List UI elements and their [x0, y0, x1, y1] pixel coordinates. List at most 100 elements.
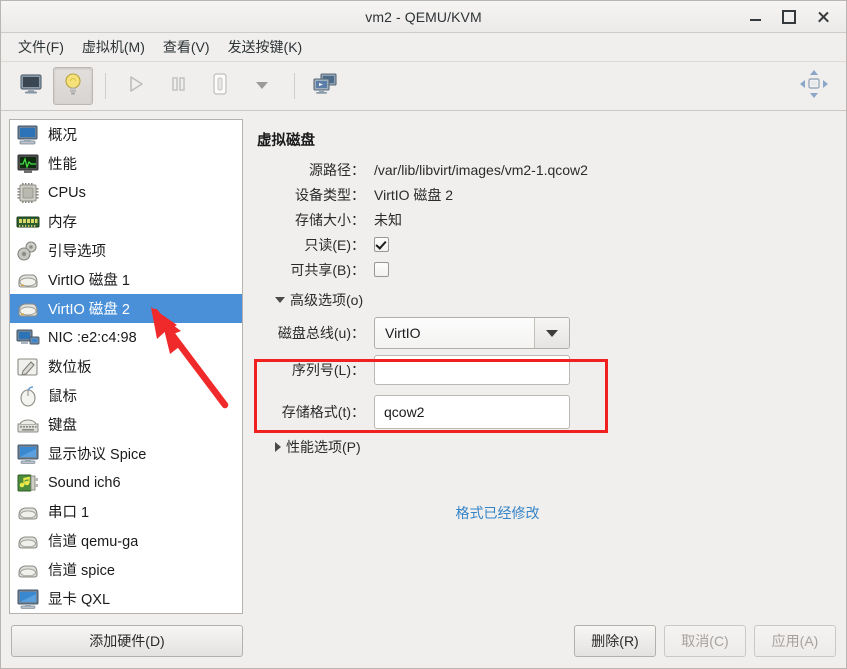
minimize-icon	[749, 19, 761, 21]
source-path-value: /var/lib/libvirt/images/vm2-1.qcow2	[374, 161, 588, 178]
window-title: vm2 - QEMU/KVM	[365, 8, 482, 25]
sidebar-item-label: 概况	[48, 128, 77, 144]
disk-bus-value: VirtIO	[385, 325, 421, 341]
sidebar-item-8[interactable]: 数位板	[10, 352, 242, 381]
readonly-checkbox[interactable]	[374, 237, 389, 252]
field-device-type: 设备类型： VirtIO 磁盘 2	[257, 184, 828, 205]
field-readonly: 只读(E)：	[257, 234, 828, 255]
sidebar-item-3[interactable]: 内存	[10, 207, 242, 236]
storage-size-label: 存储大小：	[295, 211, 365, 228]
tablet-icon	[16, 356, 40, 378]
sidebar-item-11[interactable]: 显示协议 Spice	[10, 439, 242, 468]
storage-format-label: 存储格式(t)：	[281, 404, 365, 420]
sidebar-item-2[interactable]: CPUs	[10, 178, 242, 207]
cancel-button[interactable]: 取消(C)	[664, 625, 746, 657]
disk-bus-select[interactable]: VirtIO	[374, 317, 570, 349]
monitor-icon	[19, 73, 43, 100]
pause-button[interactable]	[158, 67, 198, 105]
apply-button[interactable]: 应用(A)	[754, 625, 836, 657]
nic-icon	[16, 327, 40, 349]
snapshots-button[interactable]	[305, 67, 345, 105]
toolbar	[1, 62, 846, 111]
shareable-label: 可共享(B)：	[290, 261, 365, 278]
serial-input[interactable]	[374, 355, 570, 385]
maximize-icon	[782, 9, 796, 24]
field-source-path: 源路径： /var/lib/libvirt/images/vm2-1.qcow2	[257, 159, 828, 180]
sidebar-item-label: 显卡 QXL	[48, 592, 111, 608]
sidebar-item-label: 显示协议 Spice	[48, 447, 147, 463]
sidebar-item-5[interactable]: VirtIO 磁盘 1	[10, 265, 242, 294]
sidebar-item-0[interactable]: 概况	[10, 120, 242, 149]
video-icon	[16, 588, 40, 610]
field-storage-size: 存储大小： 未知	[257, 209, 828, 230]
sidebar-item-13[interactable]: 串口 1	[10, 497, 242, 526]
add-hardware-button[interactable]: 添加硬件(D)	[11, 625, 243, 657]
toolbar-separator-2	[294, 73, 295, 99]
performance-options-toggle[interactable]: 性能选项(P)	[275, 437, 828, 457]
field-serial: 序列号(L)：	[257, 355, 828, 385]
sidebar-item-label: 数位板	[48, 360, 92, 376]
sidebar-item-label: 串口 1	[48, 505, 90, 521]
main-body: 概况性能 CPUs 内存 引导选项 VirtIO 磁盘 1 VirtIO 磁盘 2 NIC …	[1, 111, 846, 614]
sidebar-item-16[interactable]: 显卡 QXL	[10, 584, 242, 613]
triangle-right-icon	[275, 442, 281, 452]
console-view-button[interactable]	[11, 67, 51, 105]
close-icon	[817, 11, 829, 23]
disk-icon	[16, 298, 40, 320]
sidebar-item-label: 性能	[48, 157, 77, 173]
mouse-icon	[16, 385, 40, 407]
sidebar-item-label: NIC :e2:c4:98	[48, 329, 137, 346]
lightbulb-icon	[62, 72, 84, 101]
disk-bus-dropdown-arrow[interactable]	[534, 318, 569, 348]
sidebar-item-4[interactable]: 引导选项	[10, 236, 242, 265]
menu-view[interactable]: 查看(V)	[154, 34, 219, 60]
run-button[interactable]	[116, 67, 156, 105]
sidebar-item-1[interactable]: 性能	[10, 149, 242, 178]
sidebar-item-15[interactable]: 信道 spice	[10, 555, 242, 584]
channel-icon	[16, 530, 40, 552]
advanced-options-label: 高级选项(o)	[290, 292, 364, 308]
remove-button[interactable]: 删除(R)	[574, 625, 656, 657]
menu-file[interactable]: 文件(F)	[9, 34, 73, 60]
sidebar-item-label: 键盘	[48, 418, 77, 434]
details-view-button[interactable]	[53, 67, 93, 105]
fullscreen-button[interactable]	[794, 67, 834, 105]
footer: 添加硬件(D) 删除(R) 取消(C) 应用(A)	[1, 614, 846, 668]
snapshots-icon	[312, 72, 338, 101]
performance-options-label: 性能选项(P)	[286, 439, 361, 455]
maximize-button[interactable]	[772, 1, 806, 32]
menubar: 文件(F) 虚拟机(M) 查看(V) 发送按键(K)	[1, 33, 846, 62]
sidebar-item-14[interactable]: 信道 qemu-ga	[10, 526, 242, 555]
shareable-checkbox[interactable]	[374, 262, 389, 277]
toolbar-separator-1	[105, 73, 106, 99]
serial-label: 序列号(L)：	[291, 362, 365, 378]
menu-sendkey[interactable]: 发送按键(K)	[219, 34, 312, 60]
close-button[interactable]	[806, 1, 840, 32]
menu-vm[interactable]: 虚拟机(M)	[73, 34, 154, 60]
sidebar-item-9[interactable]: 鼠标	[10, 381, 242, 410]
minimize-button[interactable]	[738, 1, 772, 32]
sidebar-item-label: VirtIO 磁盘 1	[48, 273, 130, 289]
disk-icon	[16, 269, 40, 291]
titlebar: vm2 - QEMU/KVM	[1, 1, 846, 33]
sidebar-item-10[interactable]: 键盘	[10, 410, 242, 439]
sidebar-item-7[interactable]: NIC :e2:c4:98	[10, 323, 242, 352]
shutdown-menu-button[interactable]	[242, 67, 282, 105]
sidebar-item-12[interactable]: Sound ich6	[10, 468, 242, 497]
field-disk-bus: 磁盘总线(u)： VirtIO	[257, 317, 828, 349]
device-type-label: 设备类型：	[295, 186, 365, 203]
window-controls	[738, 1, 840, 32]
hardware-list[interactable]: 概况性能 CPUs 内存 引导选项 VirtIO 磁盘 1 VirtIO 磁盘 2 NIC …	[9, 119, 243, 614]
chevron-down-icon	[546, 329, 558, 337]
fullscreen-icon	[799, 69, 829, 104]
sidebar-item-6[interactable]: VirtIO 磁盘 2	[10, 294, 242, 323]
storage-format-input[interactable]: qcow2	[374, 395, 570, 429]
readonly-label: 只读(E)：	[304, 236, 365, 253]
sidebar-item-17[interactable]: Controller USB 0	[10, 613, 242, 614]
advanced-options-toggle[interactable]: 高级选项(o)	[275, 290, 828, 310]
field-storage-format: 存储格式(t)： qcow2	[257, 395, 828, 429]
shutdown-button[interactable]	[200, 67, 240, 105]
sidebar-item-label: 信道 spice	[48, 563, 115, 579]
sidebar-item-label: CPUs	[48, 184, 86, 201]
performance-icon	[16, 153, 40, 175]
